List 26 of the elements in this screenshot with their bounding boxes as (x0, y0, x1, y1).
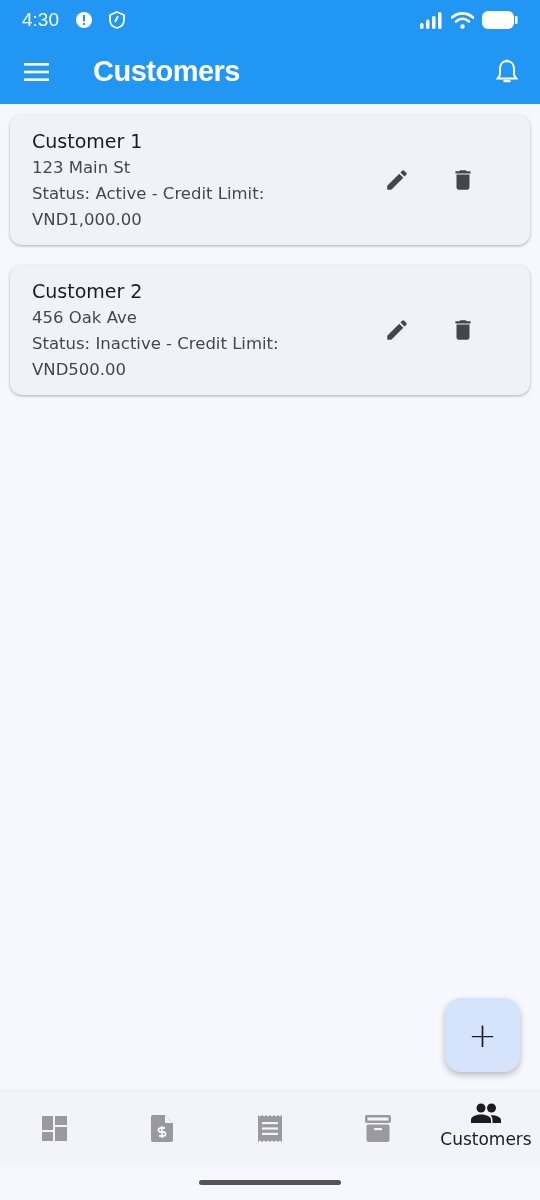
customer-name: Customer 1 (32, 129, 144, 154)
shield-icon (109, 11, 125, 29)
add-button[interactable]: + (445, 998, 520, 1072)
menu-icon[interactable] (24, 63, 49, 81)
invoice-icon (151, 1114, 173, 1142)
wifi-icon (451, 11, 474, 29)
receipt-icon (258, 1114, 282, 1142)
signal-icon (420, 11, 443, 29)
battery-icon (482, 11, 518, 29)
notification-bell-icon[interactable] (496, 59, 518, 85)
customer-card[interactable]: Customer 1 123 Main St Status: Active - Credit Limit: VND1,000.00 (10, 115, 530, 245)
archive-box-icon (365, 1114, 391, 1142)
edit-icon (384, 167, 410, 193)
customer-address: 456 Oak Ave (32, 307, 138, 329)
app-title: Customers (93, 54, 240, 90)
customer-name: Customer 2 (32, 279, 144, 304)
customer-details: Status: Inactive - Credit Limit: VND500.00 (32, 333, 280, 381)
nav-tab[interactable]: Customers (432, 1091, 540, 1165)
people-icon (471, 1103, 501, 1124)
edit-icon (384, 317, 410, 343)
customer-address: 123 Main St (32, 157, 132, 179)
customer-card[interactable]: Customer 2 456 Oak Ave Status: Inactive - Credit Limit: VND500.00 (10, 265, 530, 395)
status-time: 4:30 (22, 7, 59, 32)
customer-details: Status: Active - Credit Limit: VND1,000.00 (32, 183, 266, 231)
alert-icon (75, 11, 93, 29)
dashboard-icon (41, 1115, 67, 1141)
